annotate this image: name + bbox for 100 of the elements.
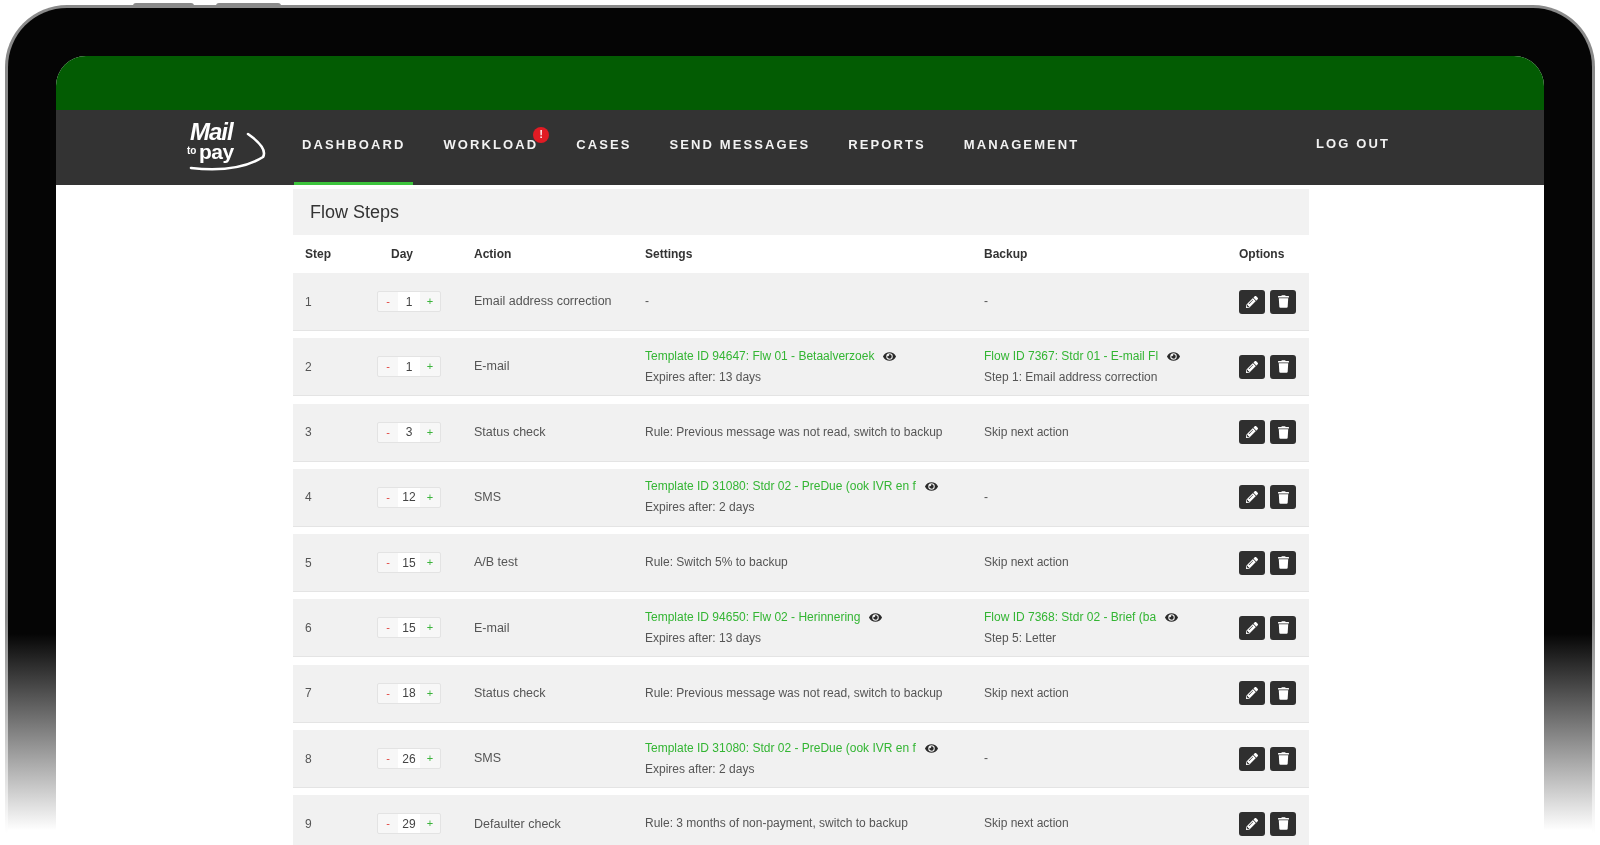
- edit-button[interactable]: [1239, 420, 1265, 445]
- settings-text: Expires after: 2 days: [645, 499, 756, 517]
- nav-tab[interactable]: MANAGEMENT: [955, 110, 1088, 185]
- pencil-icon: [1246, 491, 1258, 504]
- column-header: Step: [305, 246, 332, 263]
- step-number: 1: [305, 293, 312, 311]
- action-text: E-mail: [474, 358, 510, 376]
- nav-tab[interactable]: DASHBOARD: [294, 110, 414, 185]
- pencil-icon: [1246, 622, 1258, 634]
- settings-text: Rule: 3 months of non-payment, switch to backup: [645, 815, 909, 833]
- backup-text: -: [984, 750, 989, 768]
- step-number: 5: [305, 554, 312, 572]
- edit-button[interactable]: [1239, 811, 1265, 836]
- backup-text: Skip next action: [984, 815, 1070, 833]
- delete-button[interactable]: [1270, 289, 1296, 314]
- settings-text: Rule: Previous message was not read, switch to backup: [645, 423, 944, 441]
- action-text: Status check: [474, 423, 546, 441]
- trash-icon: [1277, 556, 1289, 570]
- action-text: A/B test: [474, 554, 518, 572]
- settings-text: -: [645, 293, 650, 310]
- trash-icon: [1277, 817, 1289, 831]
- backup-text: Step 1: Email address correction: [984, 368, 1159, 386]
- column-header: Options: [1239, 246, 1286, 263]
- pencil-icon: [1246, 360, 1258, 373]
- delete-button[interactable]: [1270, 681, 1296, 706]
- edit-button[interactable]: [1239, 681, 1265, 706]
- tablet-edge-ridge: [216, 3, 281, 7]
- settings-text: Expires after: 2 days: [645, 760, 756, 778]
- trash-icon: [1277, 425, 1289, 439]
- trash-icon: [1277, 621, 1289, 635]
- delete-button[interactable]: [1270, 550, 1296, 575]
- backup-text: -: [984, 293, 989, 310]
- step-number: 2: [305, 358, 312, 376]
- backup-text: Step 5: Letter: [984, 630, 1058, 647]
- settings-text: Rule: Switch 5% to backup: [645, 554, 789, 572]
- nav-tab[interactable]: SEND MESSAGES: [661, 110, 819, 185]
- eye-icon[interactable]: [924, 741, 938, 755]
- template-link[interactable]: Template ID 31080: Stdr 02 - PreDue (ook IVR en f: [645, 737, 916, 759]
- backup-text: Skip next action: [984, 554, 1070, 572]
- edit-button[interactable]: [1239, 485, 1265, 510]
- trash-icon: [1277, 490, 1289, 504]
- settings-text: Expires after: 13 days: [645, 630, 763, 647]
- backup-text: -: [984, 488, 989, 506]
- template-link[interactable]: Template ID 94647: Flw 01 - Betaalverzoek: [645, 345, 875, 367]
- pencil-icon: [1246, 426, 1258, 439]
- column-header: Day: [390, 246, 414, 263]
- edit-button[interactable]: [1239, 354, 1265, 379]
- trash-icon: [1277, 360, 1289, 374]
- pencil-icon: [1246, 817, 1258, 830]
- action-text: SMS: [474, 750, 502, 768]
- delete-button[interactable]: [1270, 746, 1296, 771]
- eye-icon[interactable]: [924, 480, 938, 494]
- step-number: 7: [305, 685, 312, 703]
- edit-button[interactable]: [1239, 289, 1265, 314]
- pencil-icon: [1246, 752, 1258, 765]
- eye-icon[interactable]: [883, 349, 897, 363]
- edit-button[interactable]: [1239, 746, 1265, 771]
- edit-button[interactable]: [1239, 616, 1265, 640]
- step-number: 8: [305, 750, 312, 768]
- panel-title: Flow Steps: [310, 200, 400, 224]
- pencil-icon: [1246, 687, 1258, 700]
- action-text: Status check: [474, 684, 546, 702]
- column-header: Action: [474, 246, 513, 263]
- nav-tab[interactable]: CASES: [568, 110, 640, 185]
- column-header: Backup: [984, 246, 1029, 263]
- template-link[interactable]: Template ID 31080: Stdr 02 - PreDue (ook IVR en f: [645, 476, 916, 498]
- action-text: SMS: [474, 489, 502, 506]
- eye-icon[interactable]: [869, 611, 883, 624]
- logout-link[interactable]: LOG OUT: [1316, 133, 1390, 162]
- delete-button[interactable]: [1270, 485, 1296, 510]
- action-text: Defaulter check: [474, 815, 561, 833]
- pencil-icon: [1246, 556, 1258, 569]
- trash-icon: [1277, 295, 1289, 308]
- delete-button[interactable]: [1270, 420, 1296, 445]
- delete-button[interactable]: [1270, 354, 1296, 379]
- backup-text: Skip next action: [984, 684, 1070, 702]
- nav-tab[interactable]: REPORTS: [840, 110, 934, 185]
- settings-text: Expires after: 13 days: [645, 368, 763, 386]
- step-number: 6: [305, 620, 312, 637]
- settings-text: Rule: Previous message was not read, switch to backup: [645, 684, 944, 702]
- delete-button[interactable]: [1270, 811, 1296, 836]
- eye-icon[interactable]: [1167, 349, 1181, 363]
- trash-icon: [1277, 752, 1289, 766]
- logo-word: to: [187, 145, 197, 156]
- template-link[interactable]: Template ID 94650: Flw 02 - Herinnering: [645, 607, 861, 628]
- edit-button[interactable]: [1239, 550, 1265, 575]
- action-text: Email address correction: [474, 293, 612, 311]
- step-number: 9: [305, 815, 312, 833]
- eye-icon[interactable]: [1165, 611, 1179, 624]
- tablet-edge-ridge: [133, 3, 194, 7]
- flow-link[interactable]: Flow ID 7368: Stdr 02 - Brief (ba: [984, 607, 1157, 628]
- trash-icon: [1277, 686, 1289, 700]
- pencil-icon: [1246, 295, 1258, 308]
- step-number: 3: [305, 424, 312, 442]
- step-number: 4: [305, 489, 312, 507]
- flow-link[interactable]: Flow ID 7367: Stdr 01 - E-mail Fl: [984, 345, 1159, 367]
- delete-button[interactable]: [1270, 616, 1296, 640]
- action-text: E-mail: [474, 619, 510, 637]
- column-header: Settings: [645, 246, 694, 263]
- backup-text: Skip next action: [984, 423, 1070, 441]
